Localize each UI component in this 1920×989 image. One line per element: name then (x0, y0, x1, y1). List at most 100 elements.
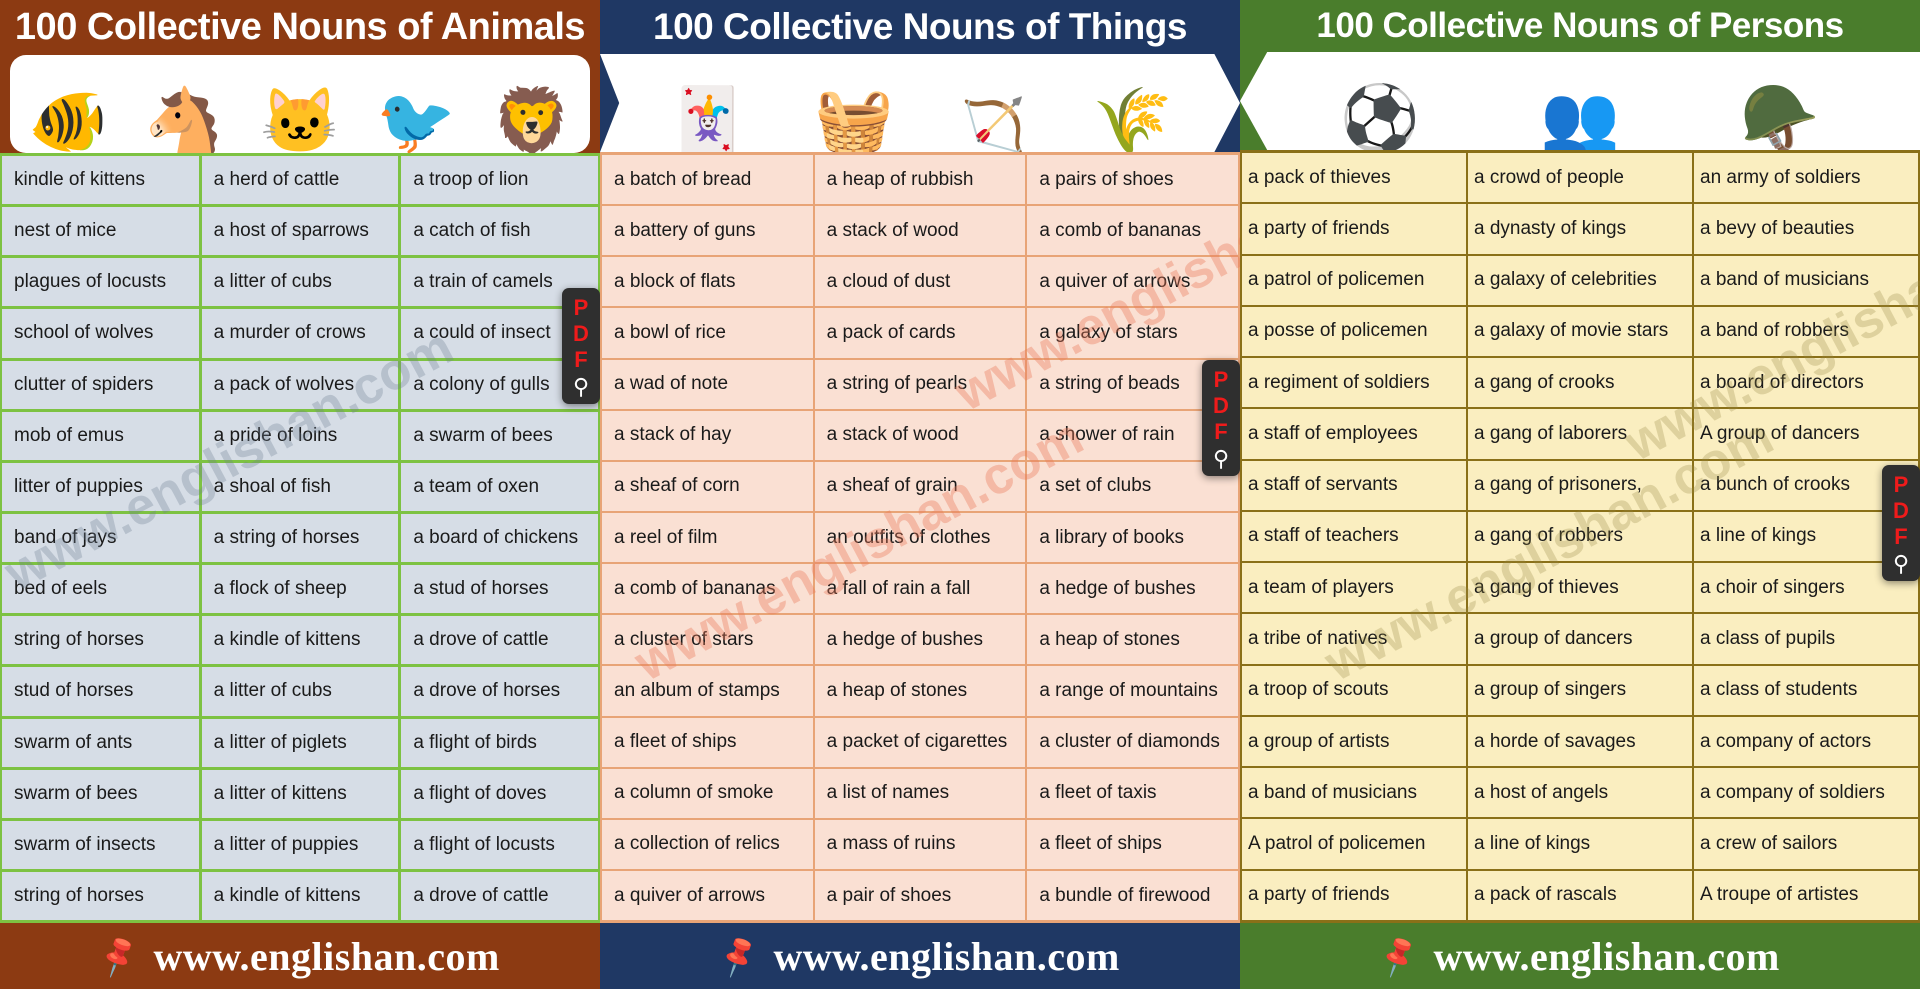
panel-things-hero: 🃏 🧺 🏹 🌾 (600, 54, 1240, 152)
table-cell: a team of oxen (401, 462, 598, 511)
table-cell: a group of dancers (1468, 614, 1692, 664)
table-cell: a staff of employees (1242, 409, 1466, 459)
panel-persons: 100 Collective Nouns of Persons ⚽ 👥 🪖 ww… (1240, 0, 1920, 989)
table-cell: a board of directors (1694, 358, 1918, 408)
panel-persons-footer: 📌 www.englishan.com (1240, 923, 1920, 989)
table-cell: a bowl of rice (602, 308, 813, 358)
table-cell: A group of dancers (1694, 409, 1918, 459)
table-cell: a gang of thieves (1468, 563, 1692, 613)
table-cell: swarm of insects (2, 820, 199, 869)
column-2: a crowd of people a dynasty of kings a gal… (1468, 153, 1692, 920)
table-cell: a posse of policemen (1242, 306, 1466, 357)
table-cell: a gang of robbers (1468, 511, 1692, 562)
football-team-icon: ⚽ (1340, 82, 1420, 150)
table-cell: a stud of horses (401, 565, 598, 614)
table-cell: a cluster of stars (602, 615, 813, 665)
table-cell: a quiver of arrows (1027, 257, 1238, 307)
table-cell: a flight of locusts (401, 820, 598, 869)
pin-icon: ⚲ (1892, 551, 1910, 576)
table-cell: a stack of wood (814, 410, 1026, 460)
table-cell: a wad of note (602, 359, 813, 409)
table-cell: a heap of rubbish (814, 155, 1026, 205)
table-cell: a drove of horses (401, 667, 598, 716)
pdf-download-widget[interactable]: P D F ⚲ (1882, 465, 1920, 581)
table-cell: clutter of spiders (2, 360, 199, 409)
table-cell: a board of chickens (401, 513, 598, 563)
table-cell: a comb of bananas (1027, 206, 1238, 256)
table-cell: a party of friends (1242, 204, 1466, 254)
table-cell: a drove of cattle (401, 616, 598, 665)
table-cell: a group of singers (1468, 665, 1692, 715)
table-cell: a line of kings (1468, 819, 1692, 869)
table-cell: a sheaf of corn (602, 461, 813, 511)
table-cell: a pack of rascals (1468, 870, 1692, 920)
table-cell: a crowd of people (1468, 153, 1692, 203)
table-cell: a fall of rain a fall (814, 564, 1026, 614)
table-cell: a company of actors (1694, 716, 1918, 767)
table-cell: a hedge of bushes (814, 615, 1026, 665)
fruit-basket-icon: 🧺 (814, 84, 894, 152)
table-cell: a class of pupils (1694, 614, 1918, 664)
horse-icon: 🐴 (144, 85, 224, 153)
table-cell: a band of musicians (1694, 255, 1918, 305)
footer-url[interactable]: www.englishan.com (774, 933, 1120, 980)
panel-things-grid: a batch of bread a battery of guns a block… (600, 152, 1240, 923)
column-1: kindle of kittens nest of mice plagues of … (2, 156, 199, 921)
table-cell: a kindle of kittens (201, 616, 399, 665)
pin-icon: 📌 (1374, 933, 1423, 979)
table-cell: a range of mountains (1027, 666, 1238, 716)
table-cell: a pack of cards (814, 308, 1026, 358)
table-cell: a pair of shoes (814, 870, 1026, 921)
table-cell: a flight of birds (401, 718, 598, 767)
table-cell: a staff of teachers (1242, 511, 1466, 562)
table-cell: band of jays (2, 513, 199, 563)
table-cell: a swarm of bees (401, 411, 598, 460)
table-cell: a team of players (1242, 563, 1466, 613)
soldiers-icon: 🪖 (1740, 82, 1820, 150)
table-cell: a catch of fish (401, 207, 598, 256)
panel-animals-footer: 📌 www.englishan.com (0, 923, 600, 989)
table-cell: a drove of cattle (401, 871, 598, 921)
table-cell: a litter of cubs (201, 258, 399, 307)
pdf-download-widget[interactable]: P D F ⚲ (1202, 360, 1240, 476)
table-cell: a host of sparrows (201, 207, 399, 256)
table-cell: a heap of stones (1027, 615, 1238, 665)
fish-icon: 🐠 (28, 85, 108, 153)
table-cell: a hedge of bushes (1027, 564, 1238, 614)
pdf-download-widget[interactable]: P D F ⚲ (562, 288, 600, 404)
table-cell: a party of friends (1242, 870, 1466, 920)
table-cell: a murder of crows (201, 309, 399, 358)
table-cell: a battery of guns (602, 206, 813, 256)
table-cell: a dynasty of kings (1468, 204, 1692, 254)
table-cell: a host of angels (1468, 768, 1692, 818)
table-cell: a fleet of ships (1027, 819, 1238, 869)
column-3: a troop of lion a catch of fish a train of… (401, 156, 598, 921)
table-cell: string of horses (2, 871, 199, 921)
table-cell: a herd of cattle (201, 156, 399, 205)
table-cell: a batch of bread (602, 155, 813, 205)
table-cell: a flight of doves (401, 769, 598, 818)
table-cell: a heap of stones (814, 666, 1026, 716)
table-cell: school of wolves (2, 309, 199, 358)
pdf-letter-f: F (574, 347, 588, 372)
table-cell: string of horses (2, 616, 199, 665)
table-cell: a galaxy of movie stars (1468, 306, 1692, 357)
table-cell: a fleet of taxis (1027, 768, 1238, 818)
table-cell: mob of emus (2, 411, 199, 460)
footer-url[interactable]: www.englishan.com (154, 933, 500, 980)
table-cell: an army of soldiers (1694, 153, 1918, 203)
table-cell: a quiver of arrows (602, 870, 813, 921)
table-cell: a bevy of beauties (1694, 204, 1918, 254)
pdf-letter-p: P (1213, 367, 1229, 392)
table-cell: a galaxy of stars (1027, 308, 1238, 358)
table-cell: a pride of loins (201, 411, 399, 460)
footer-url[interactable]: www.englishan.com (1434, 933, 1780, 980)
table-cell: a mass of ruins (814, 819, 1026, 869)
pin-icon: 📌 (94, 933, 143, 979)
panel-persons-title: 100 Collective Nouns of Persons (1316, 6, 1844, 45)
table-cell: a library of books (1027, 512, 1238, 563)
infographic-board: 100 Collective Nouns of Animals 🐠 🐴 🐱 🐦 … (0, 0, 1920, 989)
table-cell: a crew of sailors (1694, 819, 1918, 869)
panel-things: 100 Collective Nouns of Things 🃏 🧺 🏹 🌾 w… (600, 0, 1240, 989)
table-cell: a litter of puppies (201, 820, 399, 869)
